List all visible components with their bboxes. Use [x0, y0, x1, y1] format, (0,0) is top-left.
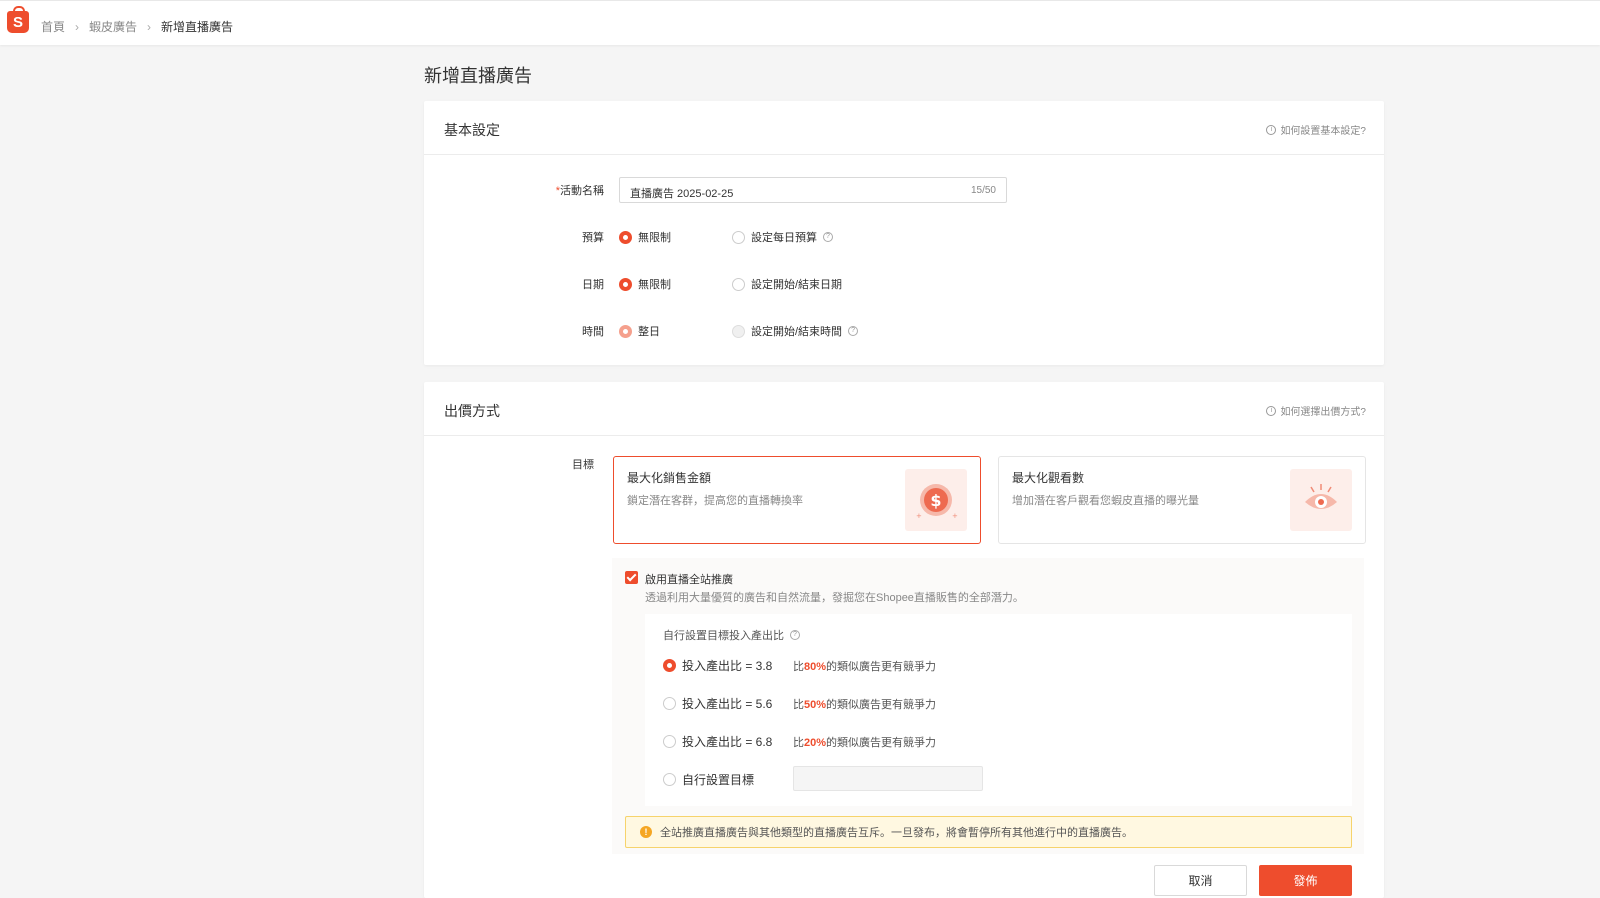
roas-option-label: 自行設置目標 — [682, 773, 755, 787]
chevron-right-icon: › — [75, 19, 80, 34]
bidding-body: 目標 最大化銷售金額 鎖定潛在客群，提高您的直播轉換率 $ + + 最大化觀看數… — [424, 436, 1384, 898]
campaign-name-label: *活動名稱 — [555, 185, 604, 197]
date-label: 日期 — [582, 279, 604, 291]
question-icon[interactable]: ? — [848, 326, 859, 336]
boost-title: 啟用直播全站推廣 — [645, 574, 733, 586]
date-unlimited-radio[interactable]: 無限制 — [619, 276, 671, 292]
boost-desc: 透過利用大量優質的廣告和自然流量，發掘您在Shopee直播販售的全部潛力。 — [645, 592, 1024, 604]
roas-option-label: 投入產出比 = 5.6 — [682, 697, 773, 711]
radio-selected-icon — [619, 324, 632, 338]
roas-title: 自行設置目標投入產出比 ? — [663, 627, 800, 643]
bidding-title: 出價方式 — [444, 403, 500, 419]
warning-text: 全站推廣直播廣告與其他類型的直播廣告互斥。一旦發布，將會暫停所有其他進行中的直播… — [660, 827, 1133, 839]
radio-disabled-icon — [732, 324, 745, 338]
campaign-name-value: 直播廣告 2025-02-25 — [630, 188, 734, 200]
roas-option-1[interactable]: 投入產出比 = 3.8 比80%的類似廣告更有競爭力 — [663, 657, 936, 674]
coin-icon: $ + + — [905, 469, 967, 531]
budget-unlimited-radio[interactable]: 無限制 — [619, 229, 671, 245]
roas-option-label: 投入產出比 = 6.8 — [682, 735, 773, 749]
info-icon: i — [1266, 405, 1277, 416]
bidding-card: 出價方式 i 如何選擇出價方式? 目標 最大化銷售金額 鎖定潛在客群，提高您的直… — [424, 382, 1384, 898]
custom-roas-input[interactable] — [793, 766, 983, 791]
campaign-name-input[interactable]: 直播廣告 2025-02-25 15/50 — [619, 177, 1007, 203]
breadcrumb: 首頁 › 蝦皮廣告 › 新增直播廣告 — [41, 18, 233, 35]
time-allday-radio[interactable]: 整日 — [619, 323, 660, 339]
roas-option-custom[interactable]: 自行設置目標 — [663, 771, 793, 788]
publish-button[interactable]: 發佈 — [1259, 865, 1352, 896]
breadcrumb-home[interactable]: 首頁 — [41, 18, 65, 35]
date-range-radio[interactable]: 設定開始/結束日期 — [732, 276, 842, 292]
goal-label: 目標 — [572, 459, 594, 471]
radio-selected-icon — [619, 277, 632, 291]
help-text: 如何選擇出價方式? — [1280, 407, 1366, 418]
char-counter: 15/50 — [970, 185, 996, 196]
radio-selected-icon — [619, 230, 632, 244]
radio-icon — [732, 277, 745, 291]
radio-icon — [663, 735, 676, 748]
budget-label: 預算 — [582, 232, 604, 244]
page-title: 新增直播廣告 — [424, 66, 532, 86]
goal-desc: 增加潛在客戶觀看您蝦皮直播的曝光量 — [1012, 495, 1199, 507]
goal-max-sales-card[interactable]: 最大化銷售金額 鎖定潛在客群，提高您的直播轉換率 $ + + — [613, 456, 981, 544]
goal-desc: 鎖定潛在客群，提高您的直播轉換率 — [627, 495, 803, 507]
svg-text:$: $ — [930, 491, 941, 510]
svg-text:+: + — [952, 512, 958, 520]
roas-option-desc: 比80%的類似廣告更有競爭力 — [793, 660, 937, 673]
question-icon[interactable]: ? — [790, 630, 800, 640]
info-icon: i — [1266, 124, 1277, 135]
roas-panel: 自行設置目標投入產出比 ? 投入產出比 = 3.8 比80%的類似廣告更有競爭力… — [645, 614, 1352, 806]
time-label: 時間 — [582, 326, 604, 338]
breadcrumb-shopee-ads[interactable]: 蝦皮廣告 — [89, 18, 137, 35]
radio-icon — [732, 230, 745, 244]
card-header: 出價方式 i 如何選擇出價方式? — [424, 382, 1384, 436]
time-range-radio[interactable]: 設定開始/結束時間 ? — [732, 323, 859, 339]
radio-selected-icon — [663, 659, 676, 672]
svg-text:+: + — [916, 512, 922, 520]
bidding-help-link[interactable]: i 如何選擇出價方式? — [1266, 403, 1366, 418]
basic-settings-title: 基本設定 — [444, 122, 500, 138]
roas-option-desc: 比20%的類似廣告更有競爭力 — [793, 736, 937, 749]
roas-option-3[interactable]: 投入產出比 = 6.8 比20%的類似廣告更有競爭力 — [663, 733, 936, 750]
shopee-logo-icon[interactable]: S — [7, 6, 29, 33]
radio-icon — [663, 697, 676, 710]
warning-icon: ! — [640, 826, 652, 838]
help-text: 如何設置基本設定? — [1280, 126, 1366, 137]
breadcrumb-current: 新增直播廣告 — [161, 20, 234, 34]
roas-option-desc: 比50%的類似廣告更有競爭力 — [793, 698, 937, 711]
warning-banner: ! 全站推廣直播廣告與其他類型的直播廣告互斥。一旦發布，將會暫停所有其他進行中的… — [625, 816, 1352, 848]
basic-settings-help-link[interactable]: i 如何設置基本設定? — [1266, 122, 1366, 137]
live-boost-section: 啟用直播全站推廣 透過利用大量優質的廣告和自然流量，發掘您在Shopee直播販售… — [612, 558, 1364, 854]
cancel-button[interactable]: 取消 — [1154, 865, 1247, 896]
budget-daily-radio[interactable]: 設定每日預算 ? — [732, 229, 833, 245]
question-icon[interactable]: ? — [823, 232, 833, 242]
goal-title: 最大化觀看數 — [1012, 471, 1085, 485]
card-header: 基本設定 i 如何設置基本設定? — [424, 101, 1384, 155]
basic-settings-card: 基本設定 i 如何設置基本設定? *活動名稱 直播廣告 2025-02-25 1… — [424, 101, 1384, 365]
radio-icon — [663, 773, 676, 786]
goal-max-views-card[interactable]: 最大化觀看數 增加潛在客戶觀看您蝦皮直播的曝光量 — [998, 456, 1366, 544]
chevron-right-icon: › — [147, 19, 152, 34]
eye-icon — [1290, 469, 1352, 531]
boost-checkbox[interactable] — [625, 571, 638, 584]
roas-option-2[interactable]: 投入產出比 = 5.6 比50%的類似廣告更有競爭力 — [663, 695, 936, 712]
top-bar: S 首頁 › 蝦皮廣告 › 新增直播廣告 — [0, 0, 1600, 45]
roas-option-label: 投入產出比 = 3.8 — [682, 659, 773, 673]
goal-title: 最大化銷售金額 — [627, 471, 712, 485]
